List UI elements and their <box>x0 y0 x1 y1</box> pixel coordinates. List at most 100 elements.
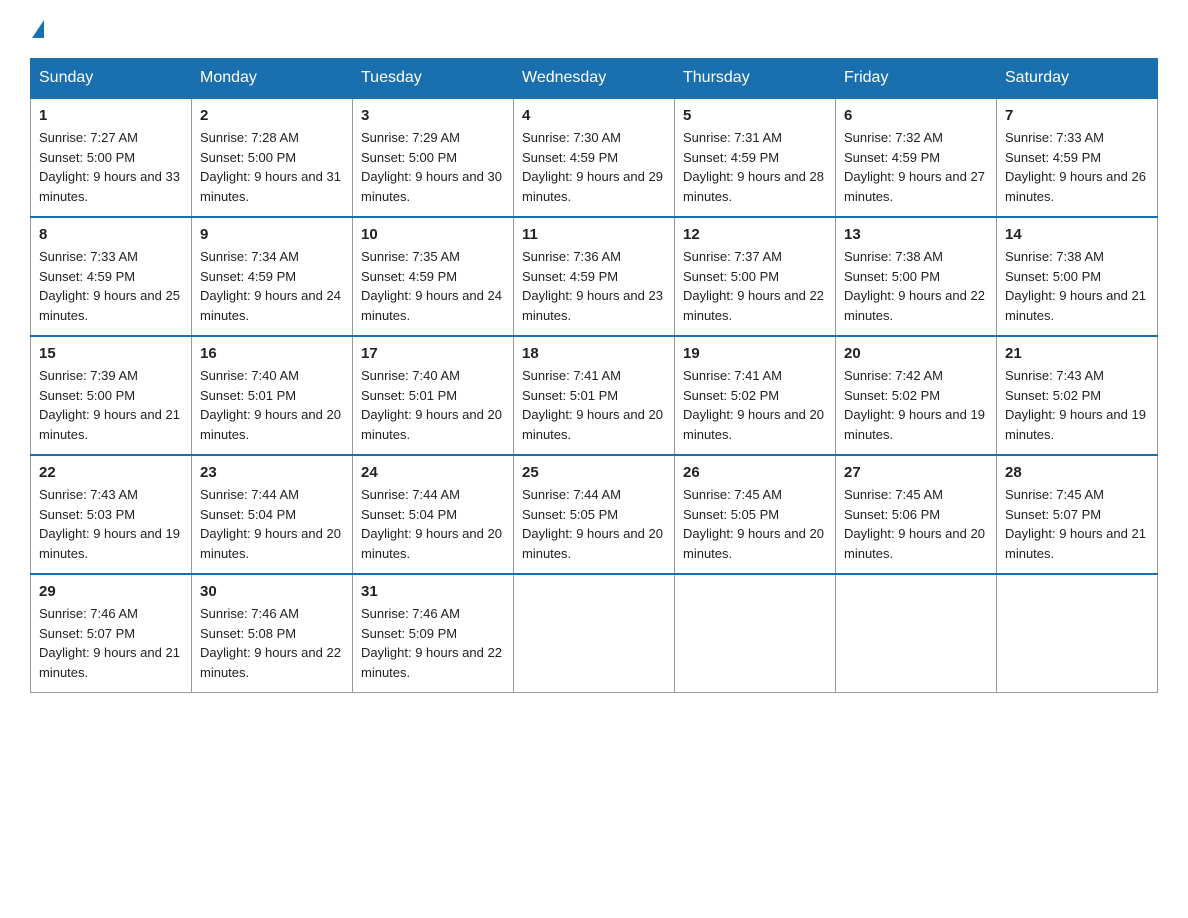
calendar-cell: 22 Sunrise: 7:43 AM Sunset: 5:03 PM Dayl… <box>31 455 192 574</box>
day-info: Sunrise: 7:38 AM Sunset: 5:00 PM Dayligh… <box>844 247 988 325</box>
day-number: 24 <box>361 464 505 481</box>
calendar-header-thursday: Thursday <box>675 59 836 99</box>
day-number: 30 <box>200 583 344 600</box>
day-info: Sunrise: 7:45 AM Sunset: 5:06 PM Dayligh… <box>844 485 988 563</box>
calendar-cell: 15 Sunrise: 7:39 AM Sunset: 5:00 PM Dayl… <box>31 336 192 455</box>
calendar-header-wednesday: Wednesday <box>514 59 675 99</box>
day-info: Sunrise: 7:34 AM Sunset: 4:59 PM Dayligh… <box>200 247 344 325</box>
day-info: Sunrise: 7:44 AM Sunset: 5:04 PM Dayligh… <box>200 485 344 563</box>
calendar-header-monday: Monday <box>192 59 353 99</box>
calendar-cell: 30 Sunrise: 7:46 AM Sunset: 5:08 PM Dayl… <box>192 574 353 693</box>
logo-triangle-icon <box>32 20 44 38</box>
day-number: 25 <box>522 464 666 481</box>
day-number: 29 <box>39 583 183 600</box>
calendar-cell: 19 Sunrise: 7:41 AM Sunset: 5:02 PM Dayl… <box>675 336 836 455</box>
day-info: Sunrise: 7:46 AM Sunset: 5:08 PM Dayligh… <box>200 604 344 682</box>
calendar-cell <box>997 574 1158 693</box>
calendar-cell: 20 Sunrise: 7:42 AM Sunset: 5:02 PM Dayl… <box>836 336 997 455</box>
calendar-cell: 6 Sunrise: 7:32 AM Sunset: 4:59 PM Dayli… <box>836 98 997 217</box>
calendar-cell: 23 Sunrise: 7:44 AM Sunset: 5:04 PM Dayl… <box>192 455 353 574</box>
calendar-cell: 10 Sunrise: 7:35 AM Sunset: 4:59 PM Dayl… <box>353 217 514 336</box>
calendar-cell: 13 Sunrise: 7:38 AM Sunset: 5:00 PM Dayl… <box>836 217 997 336</box>
calendar-cell: 3 Sunrise: 7:29 AM Sunset: 5:00 PM Dayli… <box>353 98 514 217</box>
calendar-cell: 29 Sunrise: 7:46 AM Sunset: 5:07 PM Dayl… <box>31 574 192 693</box>
calendar-cell: 5 Sunrise: 7:31 AM Sunset: 4:59 PM Dayli… <box>675 98 836 217</box>
calendar-week-row: 1 Sunrise: 7:27 AM Sunset: 5:00 PM Dayli… <box>31 98 1158 217</box>
day-number: 28 <box>1005 464 1149 481</box>
day-info: Sunrise: 7:44 AM Sunset: 5:04 PM Dayligh… <box>361 485 505 563</box>
day-info: Sunrise: 7:45 AM Sunset: 5:07 PM Dayligh… <box>1005 485 1149 563</box>
day-info: Sunrise: 7:39 AM Sunset: 5:00 PM Dayligh… <box>39 366 183 444</box>
day-info: Sunrise: 7:31 AM Sunset: 4:59 PM Dayligh… <box>683 128 827 206</box>
day-number: 20 <box>844 345 988 362</box>
calendar-cell: 8 Sunrise: 7:33 AM Sunset: 4:59 PM Dayli… <box>31 217 192 336</box>
day-info: Sunrise: 7:42 AM Sunset: 5:02 PM Dayligh… <box>844 366 988 444</box>
calendar-cell <box>836 574 997 693</box>
day-info: Sunrise: 7:36 AM Sunset: 4:59 PM Dayligh… <box>522 247 666 325</box>
logo <box>30 20 46 38</box>
day-number: 6 <box>844 107 988 124</box>
day-number: 17 <box>361 345 505 362</box>
calendar-cell: 25 Sunrise: 7:44 AM Sunset: 5:05 PM Dayl… <box>514 455 675 574</box>
day-number: 11 <box>522 226 666 243</box>
day-info: Sunrise: 7:29 AM Sunset: 5:00 PM Dayligh… <box>361 128 505 206</box>
calendar-cell: 12 Sunrise: 7:37 AM Sunset: 5:00 PM Dayl… <box>675 217 836 336</box>
calendar-week-row: 15 Sunrise: 7:39 AM Sunset: 5:00 PM Dayl… <box>31 336 1158 455</box>
calendar-cell: 26 Sunrise: 7:45 AM Sunset: 5:05 PM Dayl… <box>675 455 836 574</box>
day-number: 16 <box>200 345 344 362</box>
day-info: Sunrise: 7:35 AM Sunset: 4:59 PM Dayligh… <box>361 247 505 325</box>
day-info: Sunrise: 7:45 AM Sunset: 5:05 PM Dayligh… <box>683 485 827 563</box>
day-number: 13 <box>844 226 988 243</box>
calendar-cell: 21 Sunrise: 7:43 AM Sunset: 5:02 PM Dayl… <box>997 336 1158 455</box>
day-info: Sunrise: 7:28 AM Sunset: 5:00 PM Dayligh… <box>200 128 344 206</box>
day-number: 4 <box>522 107 666 124</box>
calendar-cell: 4 Sunrise: 7:30 AM Sunset: 4:59 PM Dayli… <box>514 98 675 217</box>
calendar-cell <box>514 574 675 693</box>
day-info: Sunrise: 7:44 AM Sunset: 5:05 PM Dayligh… <box>522 485 666 563</box>
calendar-cell: 11 Sunrise: 7:36 AM Sunset: 4:59 PM Dayl… <box>514 217 675 336</box>
day-number: 26 <box>683 464 827 481</box>
calendar-cell: 31 Sunrise: 7:46 AM Sunset: 5:09 PM Dayl… <box>353 574 514 693</box>
calendar-header-saturday: Saturday <box>997 59 1158 99</box>
day-info: Sunrise: 7:40 AM Sunset: 5:01 PM Dayligh… <box>361 366 505 444</box>
day-info: Sunrise: 7:41 AM Sunset: 5:01 PM Dayligh… <box>522 366 666 444</box>
calendar-header-sunday: Sunday <box>31 59 192 99</box>
calendar-cell: 7 Sunrise: 7:33 AM Sunset: 4:59 PM Dayli… <box>997 98 1158 217</box>
day-number: 18 <box>522 345 666 362</box>
calendar-cell: 17 Sunrise: 7:40 AM Sunset: 5:01 PM Dayl… <box>353 336 514 455</box>
day-number: 1 <box>39 107 183 124</box>
calendar-header-tuesday: Tuesday <box>353 59 514 99</box>
day-number: 22 <box>39 464 183 481</box>
calendar-week-row: 29 Sunrise: 7:46 AM Sunset: 5:07 PM Dayl… <box>31 574 1158 693</box>
day-info: Sunrise: 7:43 AM Sunset: 5:03 PM Dayligh… <box>39 485 183 563</box>
calendar-cell: 16 Sunrise: 7:40 AM Sunset: 5:01 PM Dayl… <box>192 336 353 455</box>
day-number: 8 <box>39 226 183 243</box>
calendar-cell: 14 Sunrise: 7:38 AM Sunset: 5:00 PM Dayl… <box>997 217 1158 336</box>
day-number: 27 <box>844 464 988 481</box>
day-info: Sunrise: 7:27 AM Sunset: 5:00 PM Dayligh… <box>39 128 183 206</box>
calendar-week-row: 22 Sunrise: 7:43 AM Sunset: 5:03 PM Dayl… <box>31 455 1158 574</box>
calendar-cell: 28 Sunrise: 7:45 AM Sunset: 5:07 PM Dayl… <box>997 455 1158 574</box>
day-info: Sunrise: 7:32 AM Sunset: 4:59 PM Dayligh… <box>844 128 988 206</box>
calendar-cell: 2 Sunrise: 7:28 AM Sunset: 5:00 PM Dayli… <box>192 98 353 217</box>
day-number: 5 <box>683 107 827 124</box>
day-info: Sunrise: 7:46 AM Sunset: 5:09 PM Dayligh… <box>361 604 505 682</box>
day-number: 19 <box>683 345 827 362</box>
day-number: 21 <box>1005 345 1149 362</box>
day-info: Sunrise: 7:37 AM Sunset: 5:00 PM Dayligh… <box>683 247 827 325</box>
day-info: Sunrise: 7:33 AM Sunset: 4:59 PM Dayligh… <box>1005 128 1149 206</box>
day-info: Sunrise: 7:41 AM Sunset: 5:02 PM Dayligh… <box>683 366 827 444</box>
day-number: 15 <box>39 345 183 362</box>
day-number: 3 <box>361 107 505 124</box>
calendar-cell: 27 Sunrise: 7:45 AM Sunset: 5:06 PM Dayl… <box>836 455 997 574</box>
calendar-cell: 1 Sunrise: 7:27 AM Sunset: 5:00 PM Dayli… <box>31 98 192 217</box>
calendar-cell: 18 Sunrise: 7:41 AM Sunset: 5:01 PM Dayl… <box>514 336 675 455</box>
day-number: 2 <box>200 107 344 124</box>
calendar-header-friday: Friday <box>836 59 997 99</box>
calendar-table: SundayMondayTuesdayWednesdayThursdayFrid… <box>30 58 1158 693</box>
day-info: Sunrise: 7:43 AM Sunset: 5:02 PM Dayligh… <box>1005 366 1149 444</box>
day-number: 9 <box>200 226 344 243</box>
calendar-week-row: 8 Sunrise: 7:33 AM Sunset: 4:59 PM Dayli… <box>31 217 1158 336</box>
day-info: Sunrise: 7:40 AM Sunset: 5:01 PM Dayligh… <box>200 366 344 444</box>
calendar-cell: 9 Sunrise: 7:34 AM Sunset: 4:59 PM Dayli… <box>192 217 353 336</box>
